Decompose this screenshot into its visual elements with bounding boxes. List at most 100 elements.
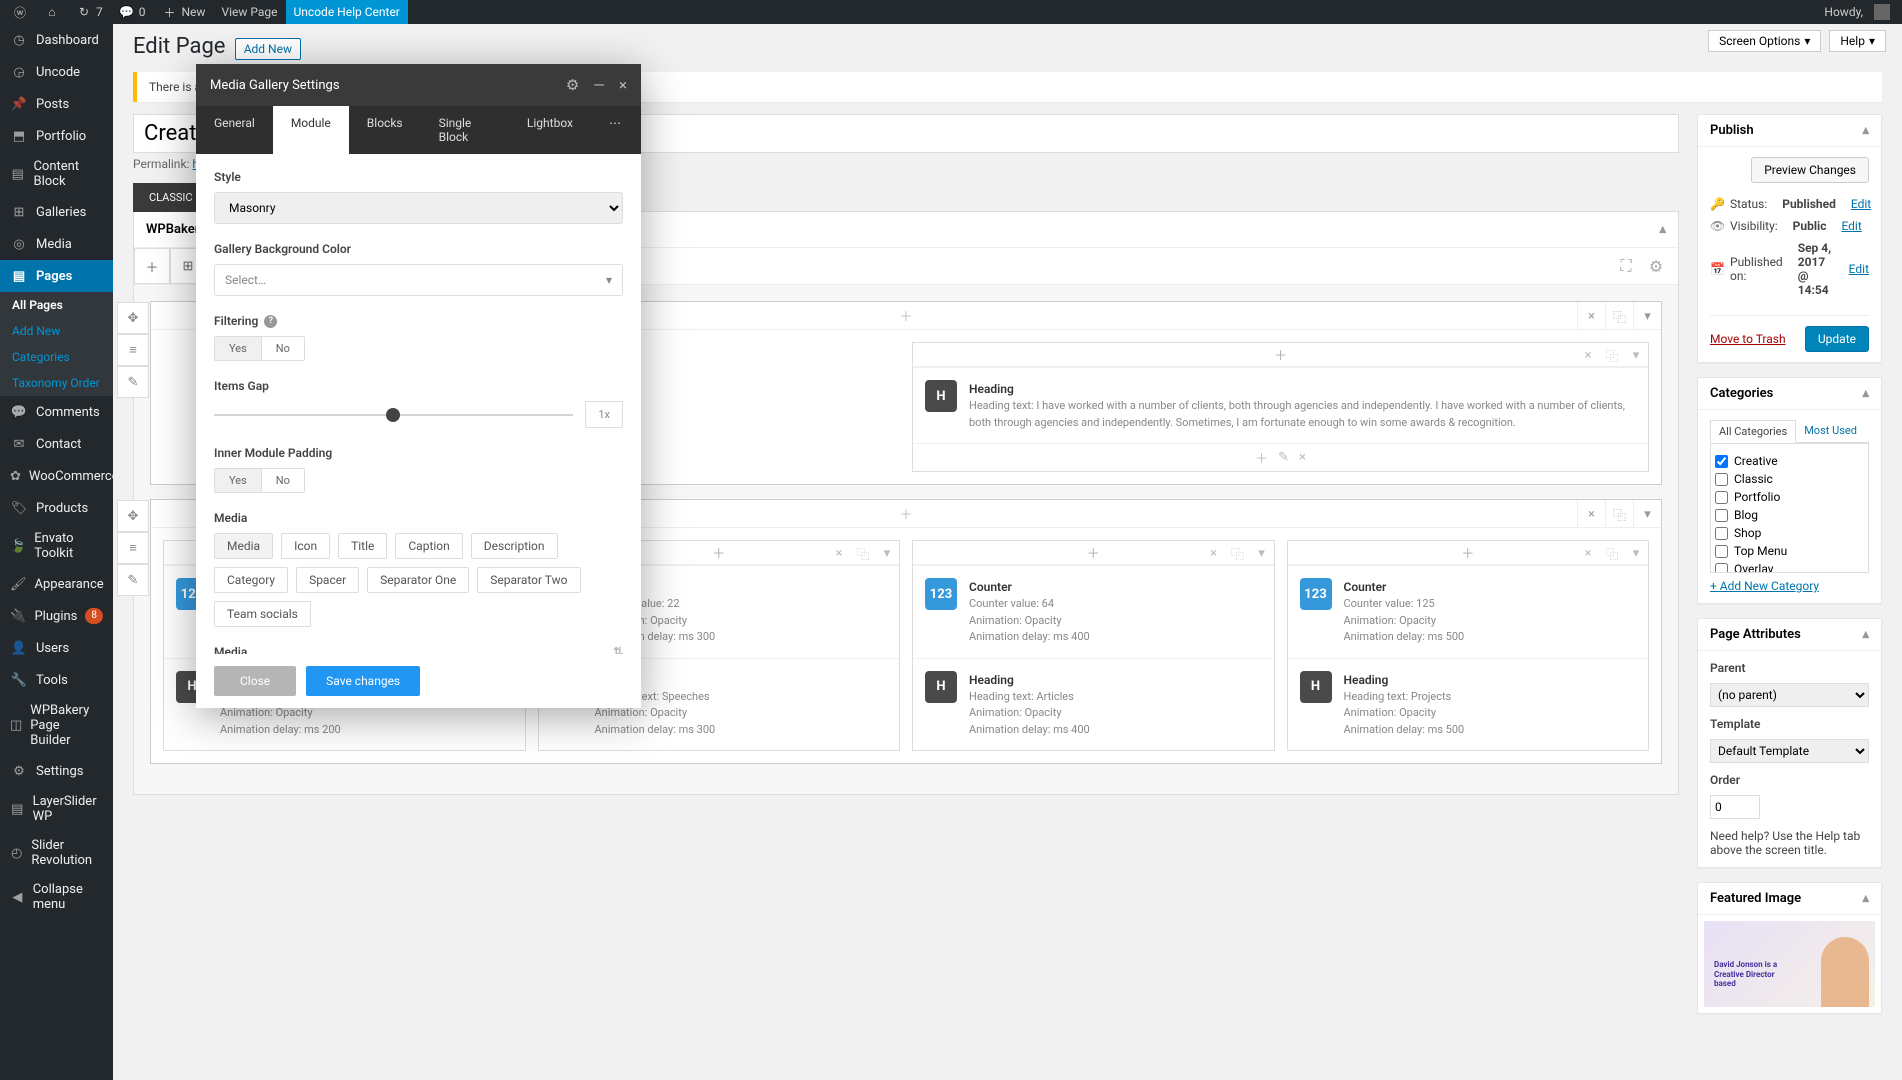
media-type-tab[interactable]: Separator Two bbox=[477, 567, 580, 593]
media-type-tab[interactable]: Icon bbox=[281, 533, 330, 559]
sidebar-item-collapse[interactable]: ◀Collapse menu bbox=[0, 875, 113, 919]
vc-column[interactable]: ＋ ×⿻▾ 123 Counter Counter value: 125 Ani… bbox=[1287, 540, 1650, 751]
sidebar-item-galleries[interactable]: ⊞Galleries bbox=[0, 196, 113, 228]
edit-icon[interactable]: ✎ bbox=[117, 366, 149, 398]
clone-icon[interactable]: ⿻ bbox=[1605, 500, 1633, 528]
modal-tab-lightbox[interactable]: Lightbox bbox=[509, 106, 591, 154]
collapse-toggle-icon[interactable]: ▴ bbox=[1862, 123, 1869, 138]
clone-icon[interactable]: ⿻ bbox=[1600, 343, 1624, 367]
add-element-button[interactable]: ＋ bbox=[134, 248, 170, 284]
fullscreen-icon[interactable]: ⛶ bbox=[1616, 256, 1636, 276]
columns-icon[interactable]: ≡ bbox=[117, 532, 149, 564]
sidebar-sub-all-pages[interactable]: All Pages bbox=[0, 292, 113, 318]
media-type-tab[interactable]: Media bbox=[214, 533, 273, 559]
clone-icon[interactable]: ⿻ bbox=[1226, 541, 1250, 565]
chevron-down-icon[interactable]: ▾ bbox=[1633, 500, 1661, 528]
sidebar-item-settings[interactable]: ⚙Settings bbox=[0, 755, 113, 787]
bg-color-select[interactable]: Select…▾ bbox=[214, 264, 623, 296]
all-categories-tab[interactable]: All Categories bbox=[1710, 420, 1796, 443]
close-icon[interactable]: × bbox=[1576, 541, 1600, 565]
sidebar-item-tools[interactable]: 🔧Tools bbox=[0, 664, 113, 696]
sidebar-item-posts[interactable]: 📌Posts bbox=[0, 88, 113, 120]
modal-close-button[interactable]: Close bbox=[214, 666, 296, 696]
home-link[interactable]: ⌂ bbox=[36, 0, 68, 24]
category-checkbox[interactable]: Shop bbox=[1715, 524, 1864, 542]
chevron-down-icon[interactable]: ▾ bbox=[1250, 541, 1274, 565]
collapse-toggle-icon[interactable]: ▴ bbox=[1862, 891, 1869, 906]
chevron-down-icon[interactable]: ▾ bbox=[1624, 541, 1648, 565]
close-icon[interactable]: × bbox=[1299, 450, 1306, 465]
modal-minimize-icon[interactable]: — bbox=[593, 76, 605, 94]
plus-icon[interactable]: ＋ bbox=[899, 504, 912, 523]
settings-gear-icon[interactable]: ⚙ bbox=[1646, 256, 1666, 276]
template-select[interactable]: Default Template bbox=[1710, 739, 1869, 763]
counter-block[interactable]: 123 Counter Counter value: 125 Animation… bbox=[1288, 565, 1649, 658]
featured-image-thumb[interactable]: David Jonson is a Creative Director base… bbox=[1704, 921, 1875, 1007]
heading-block[interactable]: H Heading Heading text: Projects Animati… bbox=[1288, 658, 1649, 751]
most-used-tab[interactable]: Most Used bbox=[1796, 420, 1865, 442]
sidebar-item-plugins[interactable]: 🔌Plugins8 bbox=[0, 600, 113, 632]
sidebar-item-wpbakery[interactable]: ◫WPBakery Page Builder bbox=[0, 696, 113, 755]
preview-changes-button[interactable]: Preview Changes bbox=[1751, 157, 1869, 183]
filtering-toggle[interactable]: Yes No bbox=[214, 336, 305, 361]
media-type-tab[interactable]: Spacer bbox=[296, 567, 359, 593]
heading-block[interactable]: H Heading Heading text: I have worked wi… bbox=[913, 367, 1648, 443]
category-checkbox[interactable]: Overlay bbox=[1715, 560, 1864, 573]
sidebar-item-pages[interactable]: ▤Pages bbox=[0, 260, 113, 292]
items-gap-slider[interactable] bbox=[214, 414, 573, 416]
sidebar-item-woocommerce[interactable]: ✿WooCommerce bbox=[0, 460, 113, 492]
plus-icon[interactable]: ＋ bbox=[712, 543, 725, 562]
category-checkbox[interactable]: Creative bbox=[1715, 452, 1864, 470]
comments-indicator[interactable]: 💬0 bbox=[111, 0, 154, 24]
clone-icon[interactable]: ⿻ bbox=[851, 541, 875, 565]
sidebar-item-users[interactable]: 👤Users bbox=[0, 632, 113, 664]
close-icon[interactable]: × bbox=[1576, 343, 1600, 367]
counter-block[interactable]: 123 Counter Counter value: 64 Animation:… bbox=[913, 565, 1274, 658]
modal-tab-single[interactable]: Single Block bbox=[421, 106, 509, 154]
chevron-down-icon[interactable]: ▾ bbox=[1633, 302, 1661, 330]
close-icon[interactable]: × bbox=[827, 541, 851, 565]
collapse-toggle-icon[interactable]: ▴ bbox=[1659, 222, 1666, 237]
view-page[interactable]: View Page bbox=[213, 0, 285, 24]
media-type-tab[interactable]: Description bbox=[471, 533, 558, 559]
columns-icon[interactable]: ≡ bbox=[117, 334, 149, 366]
plus-icon[interactable]: ＋ bbox=[1274, 345, 1287, 364]
category-checkbox[interactable]: Portfolio bbox=[1715, 488, 1864, 506]
edit-visibility-link[interactable]: Edit bbox=[1841, 219, 1861, 233]
collapse-toggle-icon[interactable]: ▴ bbox=[1862, 627, 1869, 642]
slider-thumb[interactable] bbox=[386, 408, 400, 422]
plus-icon[interactable]: ＋ bbox=[1087, 543, 1100, 562]
plus-icon[interactable]: ＋ bbox=[899, 306, 912, 325]
inner-padding-toggle[interactable]: Yes No bbox=[214, 468, 305, 493]
parent-select[interactable]: (no parent) bbox=[1710, 683, 1869, 707]
help-icon[interactable]: ? bbox=[264, 315, 277, 328]
modal-tab-blocks[interactable]: Blocks bbox=[349, 106, 421, 154]
clone-icon[interactable]: ⿻ bbox=[1600, 541, 1624, 565]
media-type-tab[interactable]: Team socials bbox=[214, 601, 311, 627]
new-content[interactable]: ＋New bbox=[154, 0, 214, 24]
close-icon[interactable]: × bbox=[1577, 302, 1605, 330]
category-checkbox[interactable]: Top Menu bbox=[1715, 542, 1864, 560]
howdy-user[interactable]: Howdy, bbox=[1816, 0, 1898, 24]
vc-column[interactable]: ＋ ×⿻▾ H Heading Heading text: I have wor… bbox=[912, 342, 1649, 472]
modal-save-button[interactable]: Save changes bbox=[306, 666, 420, 696]
modal-close-icon[interactable]: × bbox=[619, 76, 627, 94]
modal-settings-icon[interactable]: ⚙ bbox=[566, 76, 579, 94]
sidebar-sub-taxonomy[interactable]: Taxonomy Order bbox=[0, 370, 113, 396]
modal-tab-more[interactable]: ⋯ bbox=[591, 106, 641, 154]
category-checkbox[interactable]: Blog bbox=[1715, 506, 1864, 524]
add-new-button[interactable]: Add New bbox=[235, 38, 301, 60]
sidebar-item-envato[interactable]: 🍃Envato Toolkit bbox=[0, 524, 113, 568]
update-button[interactable]: Update bbox=[1805, 326, 1869, 352]
sort-icon[interactable]: ⇅ bbox=[613, 645, 623, 654]
edit-status-link[interactable]: Edit bbox=[1851, 197, 1871, 211]
sidebar-item-layerslider[interactable]: ▤LayerSlider WP bbox=[0, 787, 113, 831]
media-type-tab[interactable]: Title bbox=[338, 533, 387, 559]
move-icon[interactable]: ✥ bbox=[117, 302, 149, 334]
close-icon[interactable]: × bbox=[1202, 541, 1226, 565]
sidebar-item-uncode[interactable]: ◶Uncode bbox=[0, 56, 113, 88]
edit-date-link[interactable]: Edit bbox=[1849, 262, 1869, 276]
media-type-tab[interactable]: Category bbox=[214, 567, 288, 593]
sidebar-sub-add-new[interactable]: Add New bbox=[0, 318, 113, 344]
edit-icon[interactable]: ✎ bbox=[117, 564, 149, 596]
